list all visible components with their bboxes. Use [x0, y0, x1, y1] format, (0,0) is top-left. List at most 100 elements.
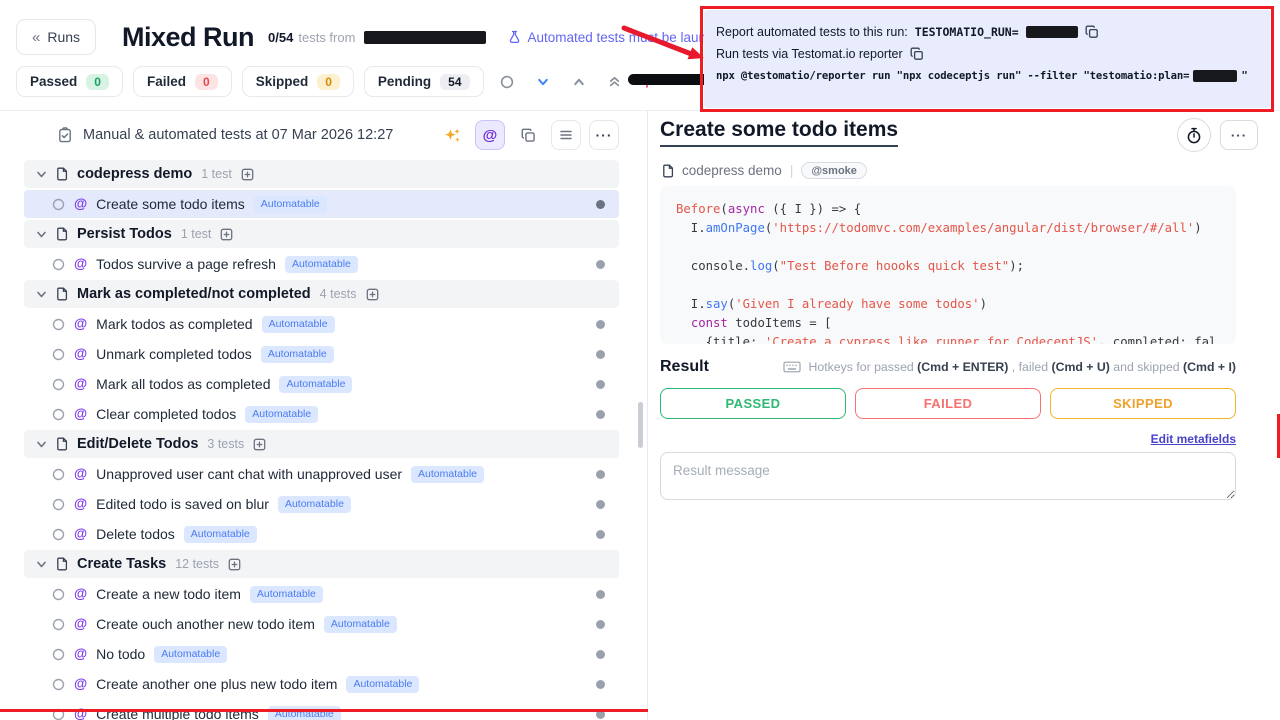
- automatable-badge: Automatable: [254, 196, 327, 213]
- ellipsis-icon: ···: [596, 127, 613, 143]
- hotkeys-text: Hotkeys for passed (Cmd + ENTER) , faile…: [808, 360, 1236, 374]
- test-row[interactable]: @Todos survive a page refreshAutomatable: [24, 250, 619, 278]
- detail-more-button[interactable]: ···: [1220, 120, 1258, 150]
- suite-test-count: 1 test: [181, 227, 212, 241]
- suite-test-count: 12 tests: [175, 557, 219, 571]
- filter-chip-passed[interactable]: Passed0: [16, 66, 123, 97]
- document-icon: [56, 287, 68, 301]
- magic-sparkles-icon[interactable]: [437, 120, 467, 150]
- suite-row[interactable]: Mark as completed/not completed4 tests: [24, 280, 619, 308]
- suite-row[interactable]: codepress demo1 test: [24, 160, 619, 188]
- status-circle-icon: [52, 258, 65, 271]
- automated-launch-link[interactable]: Automated tests must be launched: [508, 30, 735, 45]
- result-skipped-button[interactable]: SKIPPED: [1050, 388, 1236, 419]
- run-reporter-label: Run tests via Testomat.io reporter: [716, 47, 903, 61]
- test-row[interactable]: @Create some todo itemsAutomatable: [24, 190, 619, 218]
- chevron-down-icon[interactable]: [36, 439, 47, 450]
- suite-row[interactable]: Edit/Delete Todos3 tests: [24, 430, 619, 458]
- result-failed-button[interactable]: FAILED: [855, 388, 1041, 419]
- result-hotkeys: Hotkeys for passed (Cmd + ENTER) , faile…: [783, 360, 1236, 374]
- automated-filter-button[interactable]: @: [475, 120, 505, 150]
- test-row[interactable]: @Edited todo is saved on blurAutomatable: [24, 490, 619, 518]
- suite-breadcrumb[interactable]: codepress demo: [682, 163, 782, 178]
- edit-metafields-link[interactable]: Edit metafields: [1151, 432, 1236, 446]
- code-block: Before(async ({ I }) => { I.amOnPage('ht…: [660, 186, 1236, 344]
- test-row[interactable]: @No todoAutomatable: [24, 640, 619, 668]
- report-instructions-box: Report automated tests to this run: TEST…: [704, 10, 1270, 108]
- circle-status-icon[interactable]: [494, 69, 520, 95]
- automated-test-icon: @: [74, 497, 87, 511]
- automated-test-icon: @: [74, 467, 87, 481]
- test-title: Unmark completed todos: [96, 346, 252, 362]
- chevron-down-icon[interactable]: [36, 289, 47, 300]
- automated-test-icon: @: [74, 647, 87, 661]
- status-circle-icon: [52, 678, 65, 691]
- code-line: Before(async ({ I }) => {: [676, 200, 1220, 219]
- tag-badge[interactable]: @smoke: [801, 162, 867, 179]
- chevron-down-icon[interactable]: [530, 69, 556, 95]
- test-row[interactable]: @Create another one plus new todo itemAu…: [24, 670, 619, 698]
- result-section-header: Result Hotkeys for passed (Cmd + ENTER) …: [660, 358, 1236, 376]
- filter-chips: Passed0 Failed0 Skipped0 Pending54: [16, 66, 484, 97]
- filter-chip-skipped[interactable]: Skipped0: [242, 66, 354, 97]
- filter-count-badge: 0: [195, 74, 218, 90]
- detail-suite-row: codepress demo | @smoke: [662, 162, 867, 179]
- filter-chip-failed[interactable]: Failed0: [133, 66, 232, 97]
- back-to-runs-button[interactable]: « Runs: [16, 19, 96, 55]
- status-dot-icon: [596, 320, 605, 329]
- separator: |: [790, 163, 794, 178]
- chevron-down-icon[interactable]: [36, 559, 47, 570]
- code-line: [676, 276, 1220, 295]
- add-test-icon[interactable]: [220, 228, 233, 241]
- scrollbar-thumb[interactable]: [638, 402, 643, 448]
- add-test-icon[interactable]: [253, 438, 266, 451]
- timer-icon[interactable]: [1177, 118, 1211, 152]
- chevron-down-icon[interactable]: [36, 229, 47, 240]
- copy-tests-icon[interactable]: [513, 120, 543, 150]
- add-test-icon[interactable]: [241, 168, 254, 181]
- result-passed-button[interactable]: PASSED: [660, 388, 846, 419]
- test-tree: codepress demo1 test@Create some todo it…: [0, 160, 647, 720]
- more-options-button[interactable]: ···: [589, 120, 619, 150]
- automated-test-icon: @: [74, 527, 87, 541]
- test-row[interactable]: @Unmark completed todosAutomatable: [24, 340, 619, 368]
- test-row[interactable]: @Mark all todos as completedAutomatable: [24, 370, 619, 398]
- automated-test-icon: @: [74, 377, 87, 391]
- top-header: « Runs Mixed Run 0/54 tests from Automat…: [16, 18, 735, 56]
- test-title: Todos survive a page refresh: [96, 256, 276, 272]
- chevron-up-icon[interactable]: [566, 69, 592, 95]
- automated-test-icon: @: [74, 257, 87, 271]
- status-circle-icon: [52, 618, 65, 631]
- code-line: {title: 'Create a cypress like runner fo…: [676, 333, 1220, 344]
- status-circle-icon: [52, 648, 65, 661]
- code-line: I.say('Given I already have some todos'): [676, 295, 1220, 314]
- filter-chip-pending[interactable]: Pending54: [364, 66, 484, 97]
- test-row[interactable]: @Delete todosAutomatable: [24, 520, 619, 548]
- test-row[interactable]: @Unapproved user cant chat with unapprov…: [24, 460, 619, 488]
- test-row[interactable]: @Create a new todo itemAutomatable: [24, 580, 619, 608]
- test-row[interactable]: @Clear completed todosAutomatable: [24, 400, 619, 428]
- result-message-input[interactable]: [660, 452, 1236, 500]
- test-list-header: Manual & automated tests at 07 Mar 2026 …: [0, 118, 647, 152]
- automatable-badge: Automatable: [261, 346, 334, 363]
- test-title: Mark todos as completed: [96, 316, 252, 332]
- test-title: Delete todos: [96, 526, 175, 542]
- test-row[interactable]: @Mark todos as completedAutomatable: [24, 310, 619, 338]
- copy-icon[interactable]: [910, 47, 924, 61]
- reporter-command: npx @testomatio/reporter run "npx codece…: [716, 70, 1189, 82]
- status-dot-icon: [596, 620, 605, 629]
- status-dot-icon: [596, 650, 605, 659]
- detail-title[interactable]: Create some todo items: [660, 118, 898, 147]
- add-test-icon[interactable]: [228, 558, 241, 571]
- menu-icon[interactable]: [551, 120, 581, 150]
- status-dot-icon: [596, 200, 605, 209]
- copy-icon[interactable]: [1085, 25, 1099, 39]
- double-chevron-up-icon[interactable]: [602, 69, 628, 95]
- add-test-icon[interactable]: [366, 288, 379, 301]
- suite-row[interactable]: Persist Todos1 test: [24, 220, 619, 248]
- chevron-down-icon[interactable]: [36, 169, 47, 180]
- status-circle-icon: [52, 528, 65, 541]
- test-row[interactable]: @Create ouch another new todo itemAutoma…: [24, 610, 619, 638]
- status-circle-icon: [52, 498, 65, 511]
- suite-row[interactable]: Create Tasks12 tests: [24, 550, 619, 578]
